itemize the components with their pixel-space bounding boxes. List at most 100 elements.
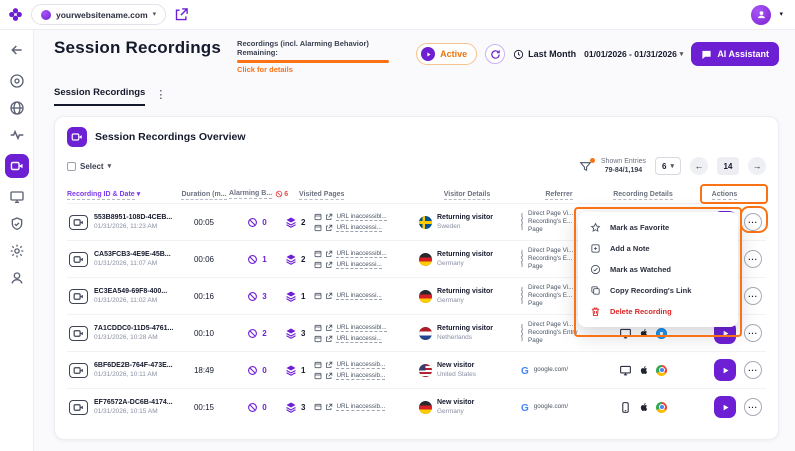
video-camera-icon [69, 400, 88, 415]
duration-value: 18:49 [179, 366, 229, 375]
row-actions-button[interactable]: ··· [744, 324, 762, 342]
sidebar [0, 30, 34, 451]
recording-date: 01/31/2026, 10:15 AM [94, 408, 173, 415]
filter-icon[interactable] [579, 160, 592, 173]
col-visited-pages[interactable]: Visited Pages [285, 191, 419, 198]
clock-icon [513, 49, 524, 60]
user-nav-icon[interactable] [9, 270, 25, 286]
chevron-down-icon: ▾ [153, 11, 157, 18]
period-selector[interactable]: Last Month [513, 49, 576, 60]
desktop-icon [619, 364, 632, 377]
visited-url-list: URL inaccessib... [314, 403, 385, 411]
menu-item-mark-watched[interactable]: Mark as Watched [578, 259, 738, 280]
session-recordings-nav-icon[interactable] [5, 154, 29, 178]
recording-id[interactable]: EC3EA549-69F8-400... [94, 288, 167, 295]
row-actions-button[interactable]: ··· [744, 398, 762, 416]
refresh-button[interactable] [485, 44, 505, 64]
visited-url[interactable]: URL inaccessibl... [314, 324, 386, 332]
tab-options-icon[interactable]: ⋮ [155, 88, 166, 105]
menu-item-label: Mark as Watched [610, 265, 671, 274]
period-label: Last Month [528, 49, 576, 59]
google-icon: G [521, 366, 529, 377]
page-window-icon [314, 261, 322, 269]
col-visitor-details[interactable]: Visitor Details [419, 191, 515, 198]
select-checkbox[interactable] [67, 162, 76, 171]
page-size-select[interactable]: 6 ▾ [655, 157, 681, 175]
website-selector[interactable]: yourwebsitename.com ▾ [31, 4, 166, 25]
visited-url-list: URL inaccessibl... URL inaccessi... [314, 250, 386, 269]
recording-id[interactable]: CA53FCB3-4E9E-45B... [94, 251, 171, 258]
select-all-control[interactable]: Select ▾ [67, 162, 111, 171]
visited-pages-count: 1 [301, 292, 305, 301]
recording-date: 01/31/2026, 11:02 AM [94, 297, 167, 304]
app-logo-icon[interactable] [8, 7, 23, 22]
visited-url[interactable]: URL inaccessib... [314, 372, 385, 380]
dashboard-icon[interactable] [9, 73, 25, 89]
visited-pages-count: 1 [301, 366, 305, 375]
video-camera-icon [69, 363, 88, 378]
open-website-icon[interactable] [174, 7, 189, 22]
col-recording-details[interactable]: Recording Details [603, 191, 683, 198]
external-link-icon [325, 292, 333, 300]
visited-url[interactable]: URL inaccessib... [314, 403, 385, 411]
chrome-browser-icon [656, 365, 667, 376]
tracking-status-chip[interactable]: Active [416, 43, 477, 65]
visited-url[interactable]: URL inaccessi... [314, 261, 386, 269]
table-row[interactable]: 6BF6DE2B-764F-473E... 01/31/2026, 10:11 … [67, 351, 766, 388]
globe-icon[interactable] [9, 100, 25, 116]
recording-id[interactable]: 553B8951-108D-4CEB... [94, 214, 172, 221]
tracking-status-label: Active [440, 49, 467, 59]
chevron-down-icon[interactable]: ▾ [779, 11, 783, 18]
table-row[interactable]: EF76572A-DC6B-4174... 01/31/2026, 10:15 … [67, 388, 766, 425]
user-avatar[interactable] [751, 5, 771, 25]
referrer-icon [521, 287, 523, 305]
visitor-country: Germany [437, 408, 474, 415]
menu-item-mark-favorite[interactable]: Mark as Favorite [578, 217, 738, 238]
recording-id[interactable]: 7A1CDDC0-11D5-4761... [94, 325, 173, 332]
alarming-count: 2 [262, 329, 266, 338]
shield-icon[interactable] [9, 216, 25, 232]
alarming-count: 0 [262, 218, 266, 227]
recording-id[interactable]: EF76572A-DC6B-4174... [94, 399, 173, 406]
col-actions[interactable]: Actions [683, 191, 766, 198]
visited-url[interactable]: URL inaccessi... [314, 335, 386, 343]
menu-item-add-note[interactable]: Add a Note [578, 238, 738, 259]
menu-item-copy-link[interactable]: Copy Recording's Link [578, 280, 738, 301]
menu-item-delete-recording[interactable]: Delete Recording [578, 301, 738, 322]
col-recording-id-date[interactable]: Recording ID & Date▾ [67, 190, 179, 198]
page-window-icon [314, 372, 322, 380]
visited-url[interactable]: URL inaccessibl... [314, 250, 386, 258]
tab-session-recordings[interactable]: Session Recordings [54, 87, 145, 106]
back-icon[interactable] [9, 42, 25, 58]
col-duration[interactable]: Duration (m... [179, 191, 229, 198]
visited-url[interactable]: URL inaccessi... [314, 292, 381, 300]
date-range-selector[interactable]: 01/01/2026 - 01/31/2026 ▾ [584, 49, 683, 59]
row-actions-button[interactable]: ··· [744, 213, 762, 231]
behavior-pulse-icon[interactable] [9, 127, 25, 143]
visited-url[interactable]: URL inaccessib... [314, 361, 385, 369]
play-recording-button[interactable] [714, 396, 736, 418]
visited-url[interactable]: URL inaccessibl... [314, 213, 386, 221]
col-alarming-behavior[interactable]: Alarming B...6 [229, 190, 285, 198]
external-link-icon [325, 335, 333, 343]
chat-icon [701, 49, 712, 60]
row-actions-button[interactable]: ··· [744, 287, 762, 305]
ai-assistant-button[interactable]: AI Assistant [691, 42, 779, 66]
alarming-count: 0 [262, 366, 266, 375]
row-actions-button[interactable]: ··· [744, 361, 762, 379]
visited-url[interactable]: URL inaccessi... [314, 224, 386, 232]
recording-id[interactable]: 6BF6DE2B-764F-473E... [94, 362, 173, 369]
remaining-details-link[interactable]: Click for details [237, 65, 389, 74]
recording-date: 01/31/2026, 10:11 AM [94, 371, 173, 378]
alarming-behavior-icon [247, 217, 258, 228]
monitor-nav-icon[interactable] [9, 189, 25, 205]
gear-icon[interactable] [9, 243, 25, 259]
play-recording-button[interactable] [714, 359, 736, 381]
prev-page-button[interactable]: ← [690, 157, 708, 175]
alarming-behavior-icon [247, 328, 258, 339]
visitor-country: Sweden [437, 223, 493, 230]
visited-pages-count: 2 [301, 255, 305, 264]
next-page-button[interactable]: → [748, 157, 766, 175]
col-referrer[interactable]: Referrer [515, 191, 603, 198]
row-actions-button[interactable]: ··· [744, 250, 762, 268]
